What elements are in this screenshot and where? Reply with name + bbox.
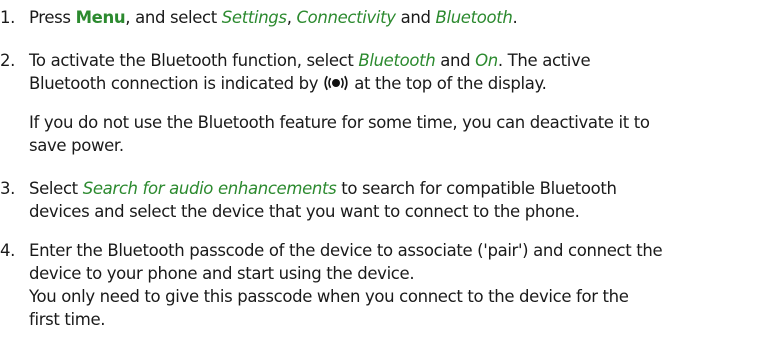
step-text-line-1: Enter the Bluetooth passcode of the devi… bbox=[29, 241, 663, 260]
bluetooth-keyword: Bluetooth bbox=[435, 8, 513, 27]
text-run: . bbox=[512, 8, 518, 27]
step-text-line-1: Select Search for audio enhancements to … bbox=[29, 179, 617, 199]
text-run: Press bbox=[29, 8, 76, 27]
step-text-line-2: device to your phone and start using the… bbox=[29, 264, 415, 283]
step-text-line-1: To activate the Bluetooth function, sele… bbox=[29, 51, 591, 71]
text-run: and bbox=[435, 51, 476, 70]
text-run: , bbox=[286, 8, 297, 27]
text-run: and bbox=[395, 8, 436, 27]
text-run: , and select bbox=[125, 8, 222, 27]
text-run: . The active bbox=[497, 51, 591, 70]
text-run: To activate the Bluetooth function, sele… bbox=[29, 51, 359, 70]
text-run: at the top of the display. bbox=[354, 74, 547, 93]
step-text-line-2: Bluetooth connection is indicated by at … bbox=[29, 74, 547, 96]
bluetooth-keyword: Bluetooth bbox=[358, 51, 436, 70]
step-number: 4. bbox=[0, 241, 16, 260]
text-run: Bluetooth connection is indicated by bbox=[29, 74, 319, 93]
settings-keyword: Settings bbox=[221, 8, 287, 27]
text-run: to search for compatible Bluetooth bbox=[336, 179, 617, 198]
connectivity-keyword: Connectivity bbox=[296, 8, 396, 27]
step-text-line-3: You only need to give this passcode when… bbox=[29, 287, 629, 306]
step-note-line-1: If you do not use the Bluetooth feature … bbox=[29, 113, 650, 132]
step-number: 3. bbox=[0, 179, 16, 198]
bluetooth-connection-icon bbox=[322, 75, 350, 96]
on-keyword: On bbox=[475, 51, 498, 70]
step-number: 1. bbox=[0, 8, 16, 27]
search-keyword: Search for audio enhancements bbox=[82, 179, 337, 198]
menu-keyword: Menu bbox=[75, 8, 126, 27]
text-run: Select bbox=[29, 179, 83, 198]
step-text-line-4: first time. bbox=[29, 310, 106, 329]
step-number: 2. bbox=[0, 51, 16, 70]
instruction-page: 1. Press Menu, and select Settings, Conn… bbox=[0, 0, 762, 352]
step-text-line-2: devices and select the device that you w… bbox=[29, 202, 580, 221]
step-note-line-2: save power. bbox=[29, 136, 124, 155]
step-text: Press Menu, and select Settings, Connect… bbox=[29, 8, 518, 28]
